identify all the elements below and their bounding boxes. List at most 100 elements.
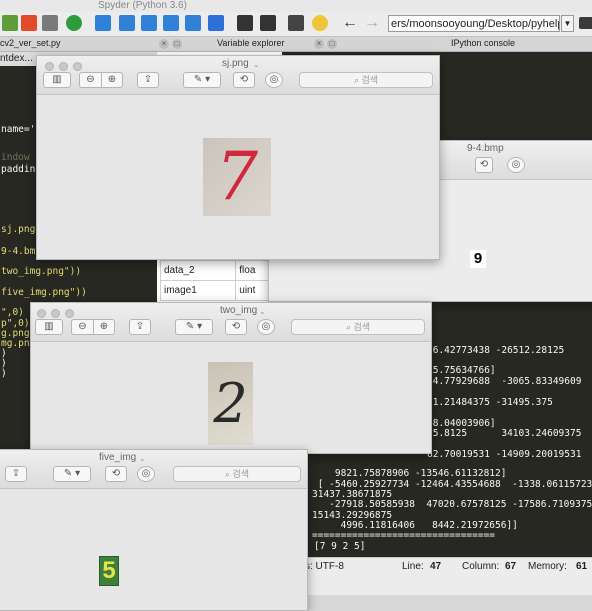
table-row[interactable]: image1 uint xyxy=(159,280,280,301)
fast-forward-icon[interactable] xyxy=(185,15,201,31)
digit-9-image: 9 xyxy=(470,250,486,268)
new-file-icon[interactable] xyxy=(2,15,18,31)
rotate-icon[interactable]: ⟲ xyxy=(233,72,255,88)
run-icon[interactable] xyxy=(21,15,37,31)
zoom-out-icon[interactable]: ⊖ xyxy=(79,72,101,88)
zoom-window-button[interactable] xyxy=(73,62,82,71)
column-value: 67 xyxy=(505,561,517,572)
preview-image-area: 2 xyxy=(31,342,431,453)
rotate-icon[interactable]: ⟲ xyxy=(475,157,493,173)
ipython-console-title: IPython console xyxy=(451,38,516,48)
chevron-down-icon[interactable]: ⌄ xyxy=(139,454,146,463)
console-output: [7 9 2 5] xyxy=(314,541,366,552)
code-line: two_img.png")) xyxy=(1,266,82,277)
annotate-icon[interactable]: ◎ xyxy=(137,466,155,482)
annotate-icon[interactable]: ◎ xyxy=(257,319,275,335)
forward-arrow-icon[interactable]: → xyxy=(364,15,380,31)
close-icon[interactable]: × xyxy=(314,39,324,49)
debug-icon[interactable] xyxy=(42,15,58,31)
run-cell-icon[interactable] xyxy=(66,15,82,31)
search-placeholder: 검색 xyxy=(361,75,379,85)
fullscreen-icon[interactable] xyxy=(260,15,276,31)
console-line: 26.42773438 -26512.28125 xyxy=(427,345,565,356)
search-field[interactable]: ⌕ 검색 xyxy=(299,72,433,88)
console-separator: ================================ xyxy=(312,530,496,541)
line-label: Line: xyxy=(402,561,424,572)
variable-name: data_2 xyxy=(159,260,237,281)
chevron-down-icon[interactable]: ▼ xyxy=(561,15,574,32)
window-title: five_img xyxy=(99,452,137,463)
markup-icon[interactable]: ◎ xyxy=(507,157,525,173)
zoom-in-icon[interactable]: ⊕ xyxy=(101,72,123,88)
wrench-icon[interactable] xyxy=(288,15,304,31)
zoom-out-icon[interactable]: ⊖ xyxy=(71,319,93,335)
sidebar-toggle-icon[interactable]: ▥ xyxy=(35,319,63,335)
spyder-toolbar: ← → ers/moonsooyoung/Desktop/pyhelp ▼ xyxy=(0,12,592,37)
undock-icon[interactable]: □ xyxy=(327,39,337,49)
maximize-pane-icon[interactable] xyxy=(237,15,253,31)
search-icon: ⌕ xyxy=(353,75,359,85)
markup-pen-icon[interactable]: ✎ ▾ xyxy=(53,466,91,482)
sidebar-toggle-icon[interactable]: ▥ xyxy=(43,72,71,88)
preview-image-area: 7 xyxy=(37,95,439,259)
console-line: 25.8125 34103.24609375 xyxy=(427,428,582,439)
zoom-in-icon[interactable]: ⊕ xyxy=(93,319,115,335)
window-title: 9-4.bmp xyxy=(467,143,504,154)
zoom-window-button[interactable] xyxy=(65,309,74,318)
preview-image-area: 5 xyxy=(0,489,307,610)
column-label: Column: xyxy=(462,561,500,572)
chevron-down-icon[interactable]: ⌄ xyxy=(253,60,260,69)
preview-window-sj[interactable]: sj.png ⌄ ▥ ⊖ ⊕ ⇪ ✎ ▾ ⟲ ◎ ⌕ 검색 7 xyxy=(36,55,440,260)
code-line: ",0) xyxy=(1,307,24,318)
undock-icon[interactable]: □ xyxy=(172,39,182,49)
search-field[interactable]: ⌕ 검색 xyxy=(173,466,301,482)
digit-5-glyph: 5 xyxy=(102,557,116,584)
share-icon[interactable]: ⇪ xyxy=(129,319,151,335)
panes-header: cv2_ver_set.py × □ Variable explorer × □… xyxy=(0,37,592,52)
continue-icon[interactable] xyxy=(163,15,179,31)
step-into-icon[interactable] xyxy=(119,15,135,31)
table-row[interactable]: data_2 floa xyxy=(159,260,280,281)
console-line: -27918.50585938 47020.67578125 -17586.71… xyxy=(312,499,592,510)
preview-window-two-img[interactable]: two_img ⌄ ▥ ⊖ ⊕ ⇪ ✎ ▾ ⟲ ◎ ⌕ 검색 2 xyxy=(30,302,432,454)
digit-7-glyph: 7 xyxy=(216,138,258,215)
search-placeholder: 검색 xyxy=(232,469,250,479)
search-field[interactable]: ⌕ 검색 xyxy=(291,319,425,335)
close-window-button[interactable] xyxy=(37,309,46,318)
rotate-icon[interactable]: ⟲ xyxy=(105,466,127,482)
close-icon[interactable]: × xyxy=(159,39,169,49)
console-line: 62.70019531 -14909.20019531 xyxy=(427,449,582,460)
share-icon[interactable]: ⇪ xyxy=(137,72,159,88)
preview-toolbar: five_img ⌄ ⇪ ✎ ▾ ⟲ ◎ ⌕ 검색 xyxy=(0,450,307,489)
window-title: sj.png xyxy=(222,58,249,69)
stop-icon[interactable] xyxy=(208,15,224,31)
minimize-window-button[interactable] xyxy=(51,309,60,318)
editor-pane-title: cv2_ver_set.py xyxy=(0,38,61,48)
editor-tab[interactable]: ntdex... xyxy=(0,53,33,64)
console-line: 31.21484375 -31495.375 xyxy=(427,397,553,408)
spyder-window-title: Spyder (Python 3.6) xyxy=(98,0,187,11)
chevron-down-icon[interactable]: ⌄ xyxy=(259,307,266,316)
minimize-window-button[interactable] xyxy=(59,62,68,71)
rotate-icon[interactable]: ⟲ xyxy=(225,319,247,335)
python-path-icon[interactable] xyxy=(312,15,328,31)
code-line: ) xyxy=(1,368,7,379)
share-icon[interactable]: ⇪ xyxy=(5,466,27,482)
preview-window-five-img[interactable]: five_img ⌄ ⇪ ✎ ▾ ⟲ ◎ ⌕ 검색 5 xyxy=(0,449,308,611)
preview-toolbar: two_img ⌄ ▥ ⊖ ⊕ ⇪ ✎ ▾ ⟲ ◎ ⌕ 검색 xyxy=(31,303,431,342)
close-window-button[interactable] xyxy=(45,62,54,71)
markup-pen-icon[interactable]: ✎ ▾ xyxy=(175,319,213,335)
folder-icon[interactable] xyxy=(579,17,592,29)
search-icon: ⌕ xyxy=(224,469,230,479)
spyder-title-bar: Spyder (Python 3.6) xyxy=(0,0,592,12)
step-return-icon[interactable] xyxy=(141,15,157,31)
search-icon: ⌕ xyxy=(345,322,351,332)
markup-pen-icon[interactable]: ✎ ▾ xyxy=(183,72,221,88)
digit-2-glyph: 2 xyxy=(213,372,248,435)
variable-name: image1 xyxy=(159,280,237,301)
working-directory-input[interactable]: ers/moonsooyoung/Desktop/pyhelp xyxy=(388,15,560,32)
annotate-icon[interactable]: ◎ xyxy=(265,72,283,88)
back-arrow-icon[interactable]: ← xyxy=(342,15,358,31)
digit-2-image: 2 xyxy=(208,362,253,445)
step-icon[interactable] xyxy=(95,15,111,31)
